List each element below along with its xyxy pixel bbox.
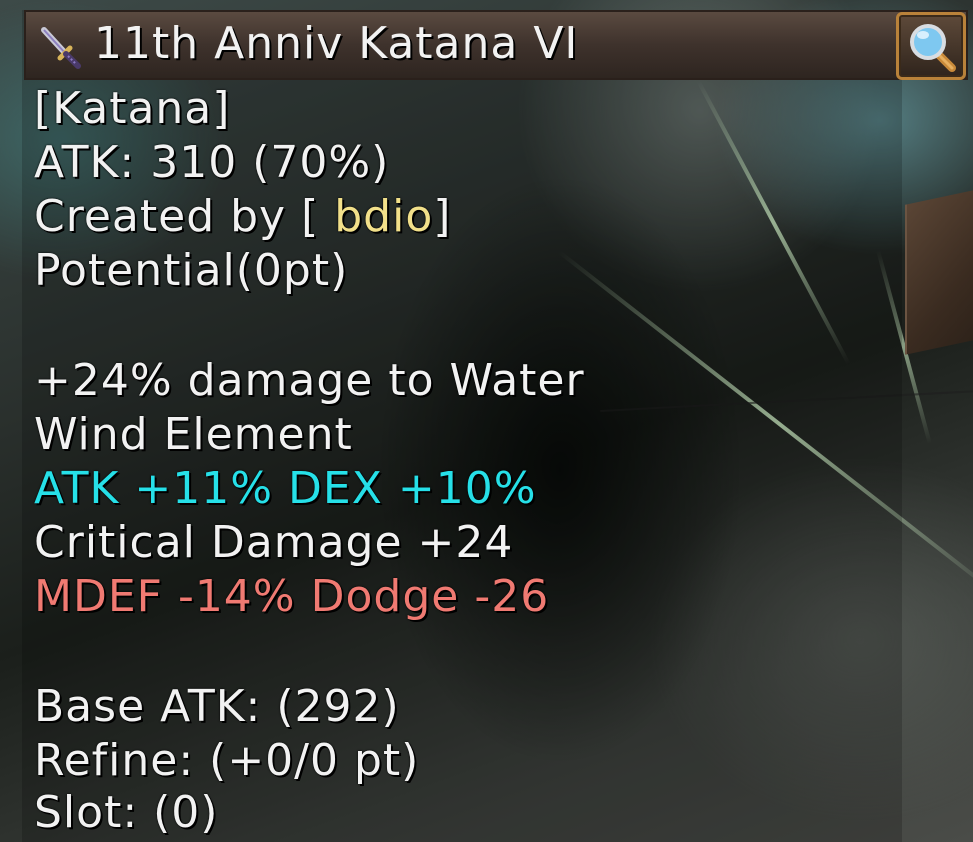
item-name: 11th Anniv Katana VI	[94, 18, 579, 69]
creator-name: bdio	[319, 191, 434, 242]
created-by-close: ]	[433, 191, 452, 242]
item-effect-line-1: +24% damage to Water	[34, 355, 585, 406]
katana-icon	[36, 24, 84, 72]
item-base-atk: Base ATK: (292)	[34, 681, 400, 732]
item-slot: Slot: (0)	[34, 787, 219, 838]
item-potential: Potential(0pt)	[34, 245, 349, 296]
item-creator-line: Created by [ bdio]	[34, 190, 451, 244]
background-structure	[905, 185, 973, 355]
item-atk: ATK: 310 (70%)	[34, 137, 390, 188]
created-by-label: Created by [	[34, 191, 320, 242]
item-type: [Katana]	[34, 83, 231, 134]
inspect-button[interactable]	[896, 12, 966, 80]
item-refine: Refine: (+0/0 pt)	[34, 735, 420, 786]
item-bonus-stats: ATK +11% DEX +10%	[34, 463, 537, 514]
magnifier-icon	[910, 24, 956, 72]
item-critical-damage: Critical Damage +24	[34, 517, 514, 568]
item-effect-line-2: Wind Element	[34, 409, 353, 460]
item-penalty-stats: MDEF -14% Dodge -26	[34, 571, 550, 622]
